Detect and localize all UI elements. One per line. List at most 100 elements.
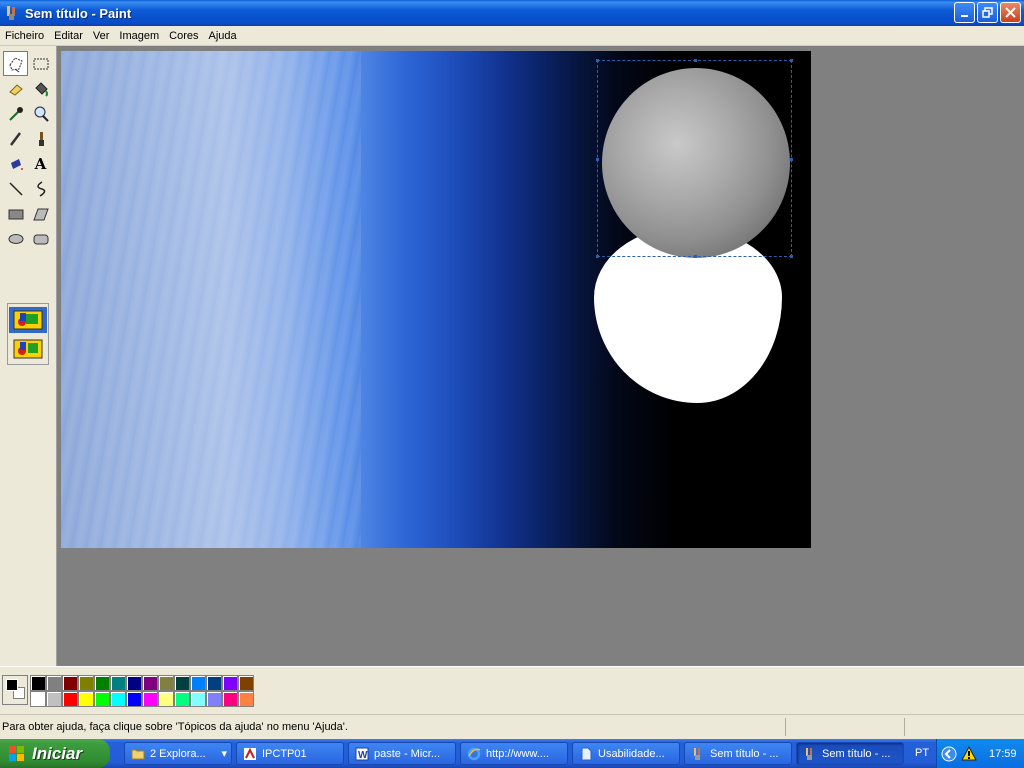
color-swatch[interactable] <box>62 691 78 707</box>
color-swatch[interactable] <box>110 691 126 707</box>
group-arrow-icon: ▾ <box>221 748 227 760</box>
color-swatch[interactable] <box>222 691 238 707</box>
color-swatch[interactable] <box>78 675 94 691</box>
restore-button[interactable] <box>977 2 998 23</box>
tool-ellipse[interactable] <box>3 226 28 251</box>
warning-icon[interactable] <box>961 745 977 762</box>
color-swatch[interactable] <box>206 691 222 707</box>
task-label: IPCTP01 <box>262 747 307 760</box>
selection-rectangle[interactable] <box>596 59 793 258</box>
menu-editar[interactable]: Editar <box>49 30 88 42</box>
color-swatch[interactable] <box>142 675 158 691</box>
task-ipctp01[interactable]: IPCTP01 <box>236 742 344 765</box>
selection-handle[interactable] <box>790 158 793 161</box>
color-swatch[interactable] <box>62 675 78 691</box>
tool-polygon[interactable] <box>28 201 53 226</box>
start-button[interactable]: Iniciar <box>0 739 110 768</box>
tool-curve[interactable] <box>28 176 53 201</box>
color-swatch[interactable] <box>110 675 126 691</box>
color-swatch[interactable] <box>222 675 238 691</box>
paint-app-icon <box>7 6 15 20</box>
color-swatch[interactable] <box>158 691 174 707</box>
tool-text[interactable]: A <box>28 151 53 176</box>
color-swatch[interactable] <box>238 691 254 707</box>
tool-color-picker[interactable] <box>3 101 28 126</box>
show-hidden-icons-icon[interactable] <box>941 746 957 762</box>
language-indicator[interactable]: PT <box>915 747 929 759</box>
transparent-selection-option[interactable] <box>9 336 47 362</box>
eraser-icon <box>8 83 23 96</box>
tool-pencil[interactable] <box>3 126 28 151</box>
color-swatch[interactable] <box>46 691 62 707</box>
window-title: Sem título - Paint <box>25 5 132 21</box>
rect-select-icon <box>33 58 48 69</box>
selection-handle[interactable] <box>596 59 599 62</box>
color-swatch[interactable] <box>94 691 110 707</box>
selection-handle[interactable] <box>790 255 793 258</box>
tool-brush[interactable] <box>28 126 53 151</box>
tool-fill[interactable] <box>28 76 53 101</box>
task-paint-1[interactable]: Sem título - ... <box>684 742 792 765</box>
close-button[interactable] <box>1000 2 1021 23</box>
selection-handle[interactable] <box>694 255 697 258</box>
polygon-icon <box>32 208 49 220</box>
brush-icon <box>38 131 44 146</box>
color-swatch[interactable] <box>174 675 190 691</box>
task-explorer[interactable]: 2 Explora... ▾ <box>124 742 232 765</box>
menu-ver[interactable]: Ver <box>88 30 115 42</box>
task-label: paste - Micr... <box>374 747 441 760</box>
menu-imagem[interactable]: Imagem <box>114 30 164 42</box>
tool-rounded-rect[interactable] <box>28 226 53 251</box>
task-label: 2 Explora... <box>150 747 206 760</box>
pencil-icon <box>9 131 21 146</box>
task-usabilidade[interactable]: Usabilidade... <box>572 742 680 765</box>
start-label: Iniciar <box>32 743 83 763</box>
selection-handle[interactable] <box>596 255 599 258</box>
color-swatch[interactable] <box>190 691 206 707</box>
task-word[interactable]: W paste - Micr... <box>348 742 456 765</box>
selection-handle[interactable] <box>596 158 599 161</box>
current-colors[interactable] <box>2 675 28 705</box>
tool-free-select[interactable] <box>3 51 28 76</box>
status-help-text: Para obter ajuda, faça clique sobre 'Tóp… <box>2 721 348 733</box>
menu-bar: Ficheiro Editar Ver Imagem Cores Ajuda <box>0 26 1024 46</box>
color-swatch[interactable] <box>174 691 190 707</box>
task-label: Sem título - ... <box>710 747 779 760</box>
color-swatch[interactable] <box>142 691 158 707</box>
curve-icon <box>36 180 45 197</box>
color-swatch[interactable] <box>30 691 46 707</box>
selection-handle[interactable] <box>790 59 793 62</box>
task-internet-explorer[interactable]: http://www.... <box>460 742 568 765</box>
acrobat-icon <box>244 747 256 760</box>
tool-airbrush[interactable] <box>3 151 28 176</box>
text-icon: A <box>34 154 47 173</box>
menu-ficheiro[interactable]: Ficheiro <box>0 30 49 42</box>
color-swatch[interactable] <box>190 675 206 691</box>
color-swatch[interactable] <box>94 675 110 691</box>
color-swatch[interactable] <box>238 675 254 691</box>
tool-rect-select[interactable] <box>28 51 53 76</box>
selection-handle[interactable] <box>694 59 697 62</box>
color-swatch[interactable] <box>126 675 142 691</box>
task-label: Sem título - ... <box>822 747 891 760</box>
palette-swatches <box>30 675 254 707</box>
canvas-area <box>57 46 1024 666</box>
color-swatch[interactable] <box>206 675 222 691</box>
color-swatch[interactable] <box>46 675 62 691</box>
menu-cores[interactable]: Cores <box>164 30 203 42</box>
opaque-selection-option[interactable] <box>9 307 47 333</box>
tool-eraser[interactable] <box>3 76 28 101</box>
color-swatch[interactable] <box>126 691 142 707</box>
color-swatch[interactable] <box>78 691 94 707</box>
task-paint-2[interactable]: Sem título - ... <box>796 742 904 765</box>
tool-line[interactable] <box>3 176 28 201</box>
rounded-rect-icon <box>33 234 48 244</box>
color-swatch[interactable] <box>158 675 174 691</box>
minimize-button[interactable] <box>954 2 975 23</box>
menu-ajuda[interactable]: Ajuda <box>203 30 241 42</box>
tool-magnifier[interactable] <box>28 101 53 126</box>
color-swatch[interactable] <box>30 675 46 691</box>
tool-rectangle[interactable] <box>3 201 28 226</box>
clock[interactable]: 17:59 <box>989 748 1017 760</box>
drawing-canvas[interactable] <box>61 51 811 548</box>
